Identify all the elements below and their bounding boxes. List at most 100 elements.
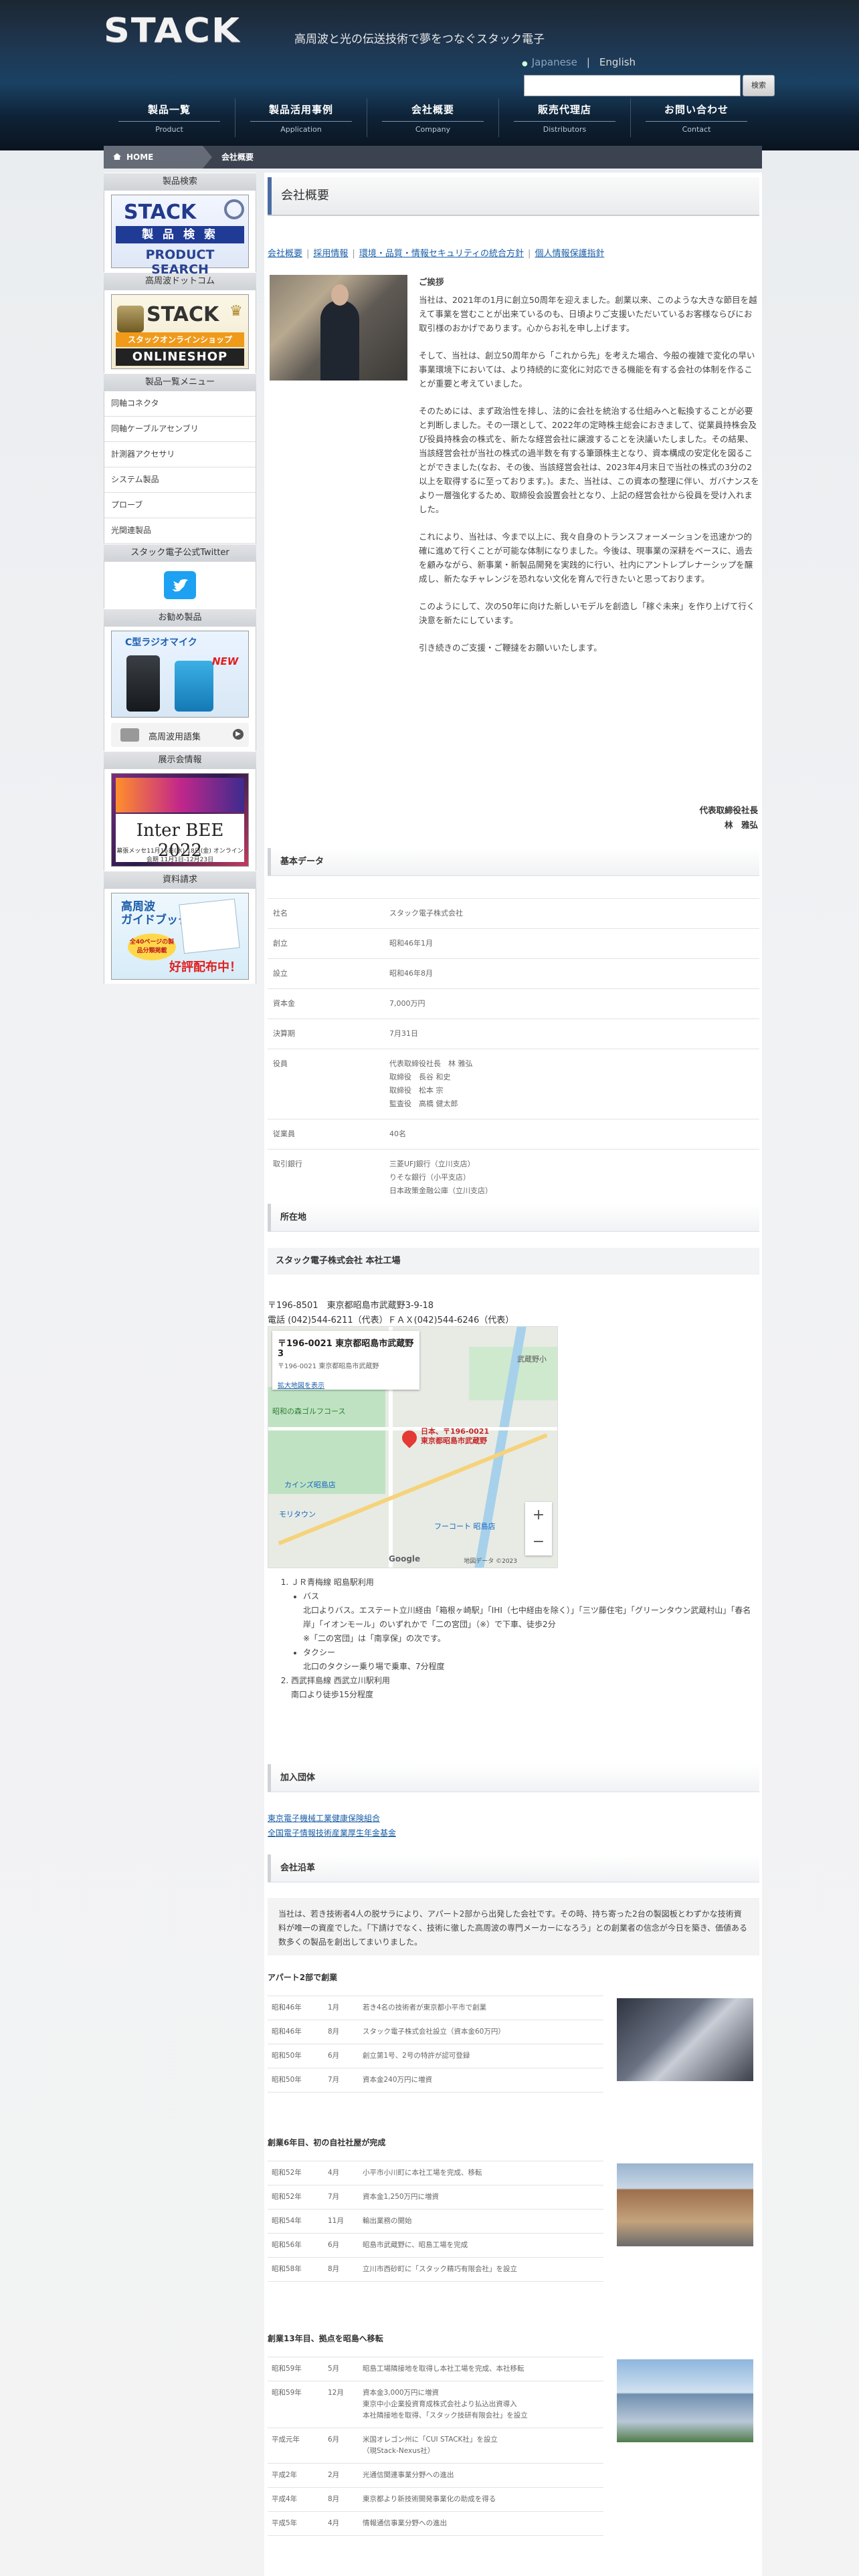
glossary-banner[interactable]: 高周波用語集 ▶ bbox=[111, 723, 249, 747]
sidebar-item-optical[interactable]: 光関連製品 bbox=[104, 518, 256, 544]
history-row: 昭和59年 5月 昭島工場隣接地を取得し本社工場を完成、本社移転 bbox=[268, 2357, 603, 2381]
history-year: 昭和52年 bbox=[268, 2185, 324, 2210]
history-year: 昭和56年 bbox=[268, 2233, 324, 2258]
history-row: 昭和52年 7月 資本金1,250万円に増資 bbox=[268, 2185, 603, 2210]
history-row: 昭和46年 8月 スタック電子株式会社設立（資本金60万円） bbox=[268, 2020, 603, 2044]
site-search-input[interactable] bbox=[524, 75, 741, 96]
page: STACK 高周波と光の伝送技術で夢をつなぐスタック電子 ● Japanese | E… bbox=[0, 0, 859, 2576]
breadcrumb-home[interactable]: HOME bbox=[104, 146, 212, 169]
history-photo bbox=[617, 2163, 753, 2246]
history-month: 5月 bbox=[324, 2357, 359, 2381]
history-month: 11月 bbox=[324, 2209, 359, 2234]
receiver-image bbox=[126, 655, 160, 712]
nav-company[interactable]: 会社概要 Company bbox=[367, 98, 498, 137]
nav-contact[interactable]: お問い合わせ Contact bbox=[630, 98, 762, 137]
page-title: 会社概要 bbox=[268, 177, 759, 215]
main-content: 会社概要 会社概要 | 採用情報 | 環境・品質・情報セキュリティの統合方針 | 個人情報保… bbox=[264, 173, 762, 2576]
sidebar-item-coaxial-connector[interactable]: 同軸コネクタ bbox=[104, 391, 256, 417]
greeting-message: ご挨拶 当社は、2021年の1月に創立50周年を迎えました。創業以来、このような… bbox=[419, 277, 759, 653]
radio-mic-banner[interactable]: C型ラジオマイク NEW bbox=[111, 631, 249, 718]
lang-english[interactable]: English bbox=[599, 56, 636, 68]
history-table: 昭和59年 5月 昭島工場隣接地を取得し本社工場を完成、本社移転 昭和59年 12月 資本… bbox=[268, 2357, 603, 2536]
sidebar-item-system[interactable]: システム製品 bbox=[104, 467, 256, 493]
lang-separator: | bbox=[586, 56, 590, 68]
history-event: 資本金3,000万円に増資 東京中小企業投資育成株式会社より払込出資導入 本社隣… bbox=[359, 2381, 603, 2428]
nav-application[interactable]: 製品活用事例 Application bbox=[235, 98, 367, 137]
history-month: 4月 bbox=[324, 2511, 359, 2536]
basic-data-row: 取引銀行 三菱UFJ銀行（立川支店） りそな銀行（小平支店） 日本政策金融公庫（立… bbox=[268, 1149, 759, 1206]
history-event: 立川市西砂町に「スタック精巧有限会社」を設立 bbox=[359, 2257, 603, 2282]
history-event: 創立第1号、2号の特許が認可登録 bbox=[359, 2044, 603, 2068]
basic-data-label: 資本金 bbox=[268, 988, 384, 1019]
book-icon bbox=[120, 728, 139, 742]
basic-data-value: 7月31日 bbox=[384, 1018, 759, 1049]
history-event: 昭島市武蔵野に、昭島工場を完成 bbox=[359, 2233, 603, 2258]
history-year: 昭和59年 bbox=[268, 2357, 324, 2381]
stack-logo[interactable]: STACK bbox=[104, 11, 241, 50]
basic-data-label: 創立 bbox=[268, 928, 384, 959]
nav-product[interactable]: 製品一覧 Product bbox=[104, 98, 235, 137]
sidebar-item-cable-assembly[interactable]: 同軸ケーブルアセンブリ bbox=[104, 417, 256, 442]
online-shop-banner[interactable]: STACK ♛ スタックオンラインショップ ONLINESHOP bbox=[111, 294, 249, 369]
basic-data-value: 40名 bbox=[384, 1119, 759, 1150]
basic-data-value: 昭和46年8月 bbox=[384, 958, 759, 989]
twitter-icon[interactable] bbox=[164, 571, 196, 599]
section-heading-membership: 加入団体 bbox=[268, 1764, 759, 1792]
history-year: 昭和52年 bbox=[268, 2161, 324, 2185]
membership-link-1[interactable]: 東京電子機械工業健康保険組合 bbox=[268, 1814, 380, 1823]
history-year: 平成2年 bbox=[268, 2463, 324, 2488]
basic-data-table: 社名 スタック電子株式会社 創立 昭和46年1月 設立 昭和46年8月 資本金 7,000万円… bbox=[268, 898, 759, 1206]
interbee-banner[interactable]: Inter BEE 2022 幕張メッセ11月16日(水)-18日(金) オンラ… bbox=[111, 773, 249, 867]
zoom-in-button[interactable]: + bbox=[525, 1502, 552, 1529]
tab-privacy[interactable]: 個人情報保護指針 bbox=[535, 249, 604, 259]
history-row: 昭和50年 6月 創立第1号、2号の特許が認可登録 bbox=[268, 2044, 603, 2068]
site-header: STACK 高周波と光の伝送技術で夢をつなぐスタック電子 ● Japanese | E… bbox=[0, 0, 859, 150]
map-enlarge-link[interactable]: 拡大地図を表示 bbox=[278, 1380, 414, 1390]
history-year: 平成5年 bbox=[268, 2511, 324, 2536]
basic-data-label: 取引銀行 bbox=[268, 1149, 384, 1206]
membership-links: 東京電子機械工業健康保険組合 全国電子情報技術産業厚生年金基金 bbox=[268, 1811, 396, 1840]
history-row: 平成2年 2月 光通信関連事業分野への進出 bbox=[268, 2463, 603, 2488]
office-address: 〒196-8501 東京都昭島市武蔵野3-9-18 電話 (042)544-621… bbox=[268, 1301, 514, 1325]
basic-data-row: 社名 スタック電子株式会社 bbox=[268, 898, 759, 929]
basic-data-value: 昭和46年1月 bbox=[384, 928, 759, 959]
signature: 代表取締役社長林 雅弘 bbox=[699, 805, 758, 830]
breadcrumb-current: 会社概要 bbox=[221, 152, 254, 162]
history-intro: 当社は、若き技術者4人の脱サラにより、アパート2部から出発した会社です。その時、… bbox=[268, 1898, 759, 1955]
site-search-button[interactable]: 検索 bbox=[743, 75, 775, 96]
history-event: スタック電子株式会社設立（資本金60万円） bbox=[359, 2020, 603, 2044]
guidebook-image bbox=[179, 898, 240, 954]
history-month: 8月 bbox=[324, 2020, 359, 2044]
product-search-banner[interactable]: STACK 製 品 検 索 PRODUCT SEARCH bbox=[111, 195, 249, 277]
nav-distributors[interactable]: 販売代理店 Distributors bbox=[498, 98, 630, 137]
basic-data-label: 設立 bbox=[268, 958, 384, 989]
sidebar-item-probe[interactable]: プローブ bbox=[104, 493, 256, 518]
history-photo bbox=[617, 1998, 753, 2081]
history-year: 平成元年 bbox=[268, 2428, 324, 2464]
tab-policy[interactable]: 環境・品質・情報セキュリティの統合方針 bbox=[359, 249, 524, 259]
history-row: 平成元年 6月 米国オレゴン州に「CUI STACK社」を設立 （現Stack-Ne… bbox=[268, 2428, 603, 2464]
membership-link-2[interactable]: 全国電子情報技術産業厚生年金基金 bbox=[268, 1828, 396, 1838]
section-heading-history: 会社沿革 bbox=[268, 1854, 759, 1883]
history-era-title: アパート2部で創業 bbox=[268, 1973, 338, 1982]
map-info-card: 〒196-0021 東京都昭島市武蔵野3 〒196-0021 東京都昭島市武蔵野… bbox=[272, 1331, 419, 1390]
lang-japanese[interactable]: Japanese bbox=[532, 56, 577, 68]
site-tagline: 高周波と光の伝送技術で夢をつなぐスタック電子 bbox=[294, 33, 545, 46]
history-row: 昭和59年 12月 資本金3,000万円に増資 東京中小企業投資育成株式会社より払込… bbox=[268, 2381, 603, 2428]
history-month: 6月 bbox=[324, 2428, 359, 2464]
history-event: 資本金240万円に増資 bbox=[359, 2068, 603, 2092]
history-year: 昭和50年 bbox=[268, 2044, 324, 2068]
google-map[interactable]: 昭和の森ゴルフコース カインズ昭島店 モリタウン フーコート 昭島店 武蔵野小 … bbox=[268, 1326, 558, 1568]
language-switcher: ● Japanese | English bbox=[522, 56, 636, 68]
tab-company[interactable]: 会社概要 bbox=[268, 249, 302, 259]
history-event: 情報通信事業分野への進出 bbox=[359, 2511, 603, 2536]
history-era-title: 創業13年目、拠点を昭島へ移転 bbox=[268, 2334, 383, 2343]
history-year: 昭和46年 bbox=[268, 2020, 324, 2044]
history-row: 昭和50年 7月 資本金240万円に増資 bbox=[268, 2068, 603, 2092]
global-nav: 製品一覧 Product 製品活用事例 Application 会社概要 Compan… bbox=[104, 98, 762, 137]
guidebook-banner[interactable]: 高周波 ガイドブック 全40ページの製品分類掲載 好評配布中！ bbox=[111, 893, 249, 980]
zoom-out-button[interactable]: − bbox=[525, 1529, 552, 1555]
president-photo bbox=[270, 275, 407, 381]
tab-recruit[interactable]: 採用情報 bbox=[313, 249, 348, 259]
sidebar-item-instrument-accessory[interactable]: 計測器アクセサリ bbox=[104, 442, 256, 467]
